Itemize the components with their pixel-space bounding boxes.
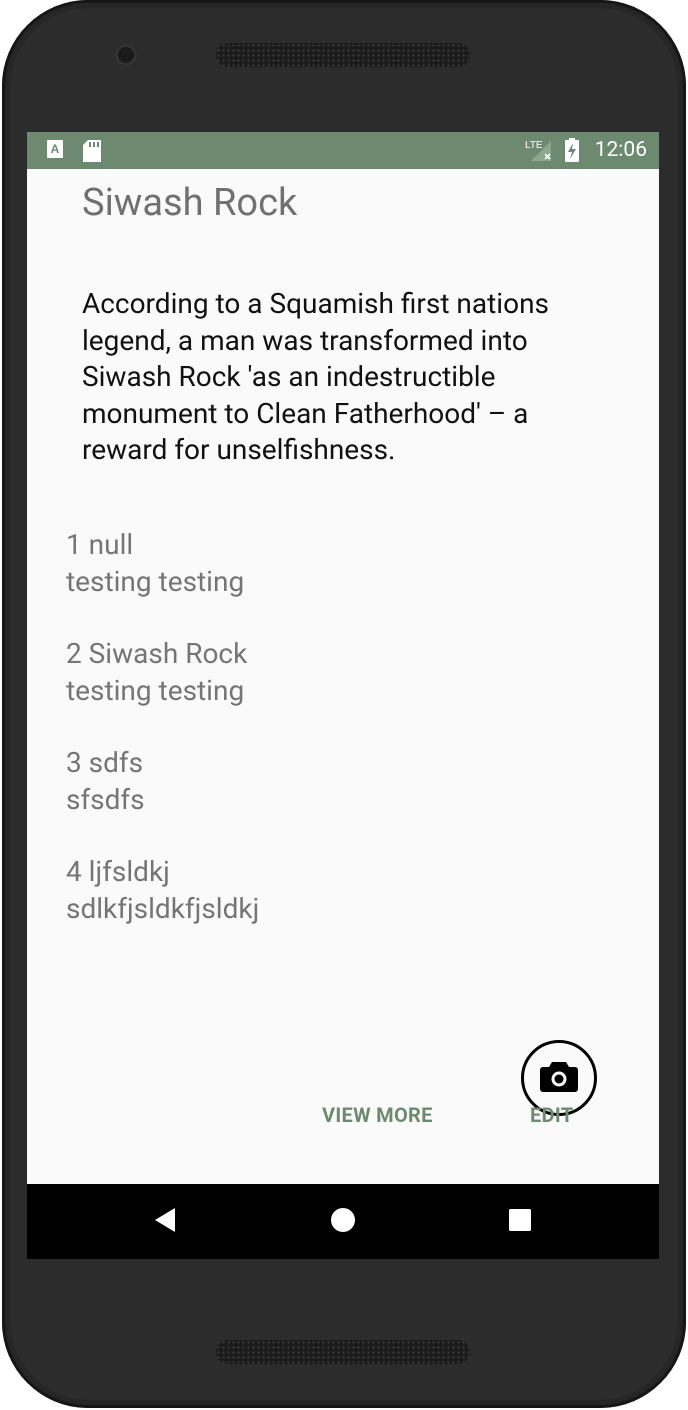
- a-notification-icon: A: [47, 140, 63, 162]
- comment-body: sdlkfjsldkfjsldkj: [66, 891, 260, 925]
- place-title: Siwash Rock: [82, 181, 298, 225]
- comment-heading: 1 null: [66, 528, 134, 561]
- front-camera: [115, 44, 137, 66]
- view-more-button[interactable]: VIEW MORE: [322, 1103, 433, 1127]
- home-button[interactable]: [308, 1184, 378, 1259]
- svg-text:LTE: LTE: [525, 140, 543, 151]
- comment-heading: 2 Siwash Rock: [66, 637, 248, 670]
- battery-charging-icon: [565, 138, 579, 166]
- place-description: According to a Squamish first nations le…: [82, 287, 549, 466]
- svg-text:A: A: [51, 142, 60, 156]
- comment-body: sfsdfs: [66, 782, 145, 816]
- phone-frame: A LTE 12:06 Siwash Rock According to a S…: [2, 0, 686, 1408]
- bottom-speaker: [216, 1340, 470, 1364]
- status-bar: A LTE 12:06: [27, 132, 659, 169]
- sd-card-icon: [83, 140, 101, 166]
- comment-body: testing testing: [66, 673, 245, 707]
- recents-icon: [508, 1208, 532, 1236]
- comment-heading: 4 ljfsldkj: [66, 855, 170, 888]
- comment-item: 2 Siwash Rock testing testing: [66, 636, 247, 709]
- screen: A LTE 12:06 Siwash Rock According to a S…: [27, 132, 659, 1259]
- comment-heading: 3 sdfs: [66, 746, 144, 779]
- top-speaker: [216, 43, 470, 67]
- home-icon: [330, 1207, 356, 1237]
- comment-body: testing testing: [66, 564, 245, 598]
- recents-button[interactable]: [485, 1184, 555, 1259]
- comment-item: 4 ljfsldkj sdlkfjsldkfjsldkj: [66, 854, 259, 927]
- comment-item: 3 sdfs sfsdfs: [66, 745, 145, 818]
- comment-item: 1 null testing testing: [66, 527, 244, 600]
- status-time: 12:06: [594, 138, 647, 162]
- navigation-bar: [27, 1184, 659, 1259]
- camera-icon: [539, 1059, 579, 1097]
- lte-signal-icon: LTE: [525, 137, 555, 167]
- edit-button[interactable]: EDIT: [530, 1103, 573, 1127]
- back-button[interactable]: [130, 1184, 200, 1259]
- back-icon: [153, 1207, 177, 1237]
